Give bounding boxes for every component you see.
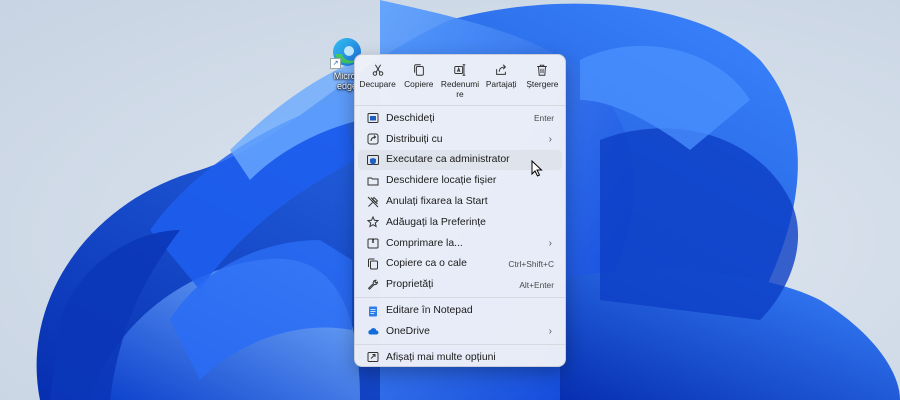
shield-icon [367, 154, 379, 166]
notepad-icon [367, 305, 379, 317]
menu-item-label: Afișați mai multe opțiuni [386, 351, 496, 363]
unpin-icon [367, 196, 379, 208]
menu-item-label: Comprimare la... [386, 237, 463, 249]
submenu-chevron-icon: › [548, 325, 552, 337]
menu-item-edit-notepad[interactable]: Editare în Notepad [358, 300, 562, 321]
menu-item-label: Adăugați la Preferințe [386, 216, 486, 228]
scissors-icon [372, 64, 383, 76]
zip-icon [367, 237, 379, 249]
rename-button[interactable]: Redenumire [439, 57, 480, 103]
submenu-chevron-icon: › [548, 133, 552, 145]
menu-item-onedrive[interactable]: OneDrive › [358, 321, 562, 342]
star-icon [367, 216, 379, 228]
share-icon [496, 64, 507, 75]
copy-label: Copiere [404, 79, 434, 89]
rename-icon [454, 64, 466, 76]
submenu-chevron-icon: › [548, 237, 552, 249]
folder-icon [367, 175, 379, 187]
context-menu-action-bar: Decupare Copiere Redenumire Partajați Șt… [355, 55, 565, 103]
delete-label: Ștergere [526, 79, 559, 89]
share-with-icon [367, 133, 379, 145]
shortcut-text: Ctrl+Shift+C [508, 258, 554, 269]
context-menu: Decupare Copiere Redenumire Partajați Șt… [354, 54, 566, 367]
menu-item-unpin-start[interactable]: Anulați fixarea la Start [358, 191, 562, 212]
menu-item-compress[interactable]: Comprimare la... › [358, 233, 562, 254]
menu-item-label: Editare în Notepad [386, 305, 473, 317]
shortcut-text: Alt+Enter [519, 279, 554, 290]
cut-label: Decupare [359, 79, 396, 89]
menu-item-properties[interactable]: Proprietăți Alt+Enter [358, 274, 562, 295]
cloud-icon [367, 325, 379, 337]
copy-path-icon [367, 258, 379, 270]
rename-label: Redenumire [440, 79, 480, 99]
shortcut-arrow-icon: ↗ [330, 58, 341, 69]
mouse-cursor-icon [531, 160, 543, 177]
menu-item-open[interactable]: Deschideți Enter [358, 108, 562, 129]
menu-item-label: Deschidere locație fișier [386, 175, 497, 187]
menu-item-label: Deschideți [386, 112, 435, 124]
menu-item-label: Distribuiți cu [386, 133, 443, 145]
menu-item-show-more-options[interactable]: Afișați mai multe opțiuni [358, 347, 562, 368]
copy-icon [413, 64, 424, 76]
share-button[interactable]: Partajați [481, 57, 522, 103]
separator [355, 105, 565, 106]
menu-item-label: Proprietăți [386, 279, 434, 291]
menu-item-label: Copiere ca o cale [386, 258, 467, 270]
menu-item-label: OneDrive [386, 325, 430, 337]
menu-item-copy-as-path[interactable]: Copiere ca o cale Ctrl+Shift+C [358, 254, 562, 275]
wrench-icon [367, 279, 379, 291]
menu-item-share-with[interactable]: Distribuiți cu › [358, 129, 562, 150]
shortcut-text: Enter [533, 113, 554, 124]
trash-icon [537, 64, 548, 76]
separator [355, 297, 565, 299]
menu-item-label: Executare ca administrator [386, 154, 510, 166]
separator [355, 343, 565, 345]
copy-button[interactable]: Copiere [398, 57, 439, 103]
menu-item-label: Anulați fixarea la Start [386, 196, 488, 208]
more-options-icon [367, 351, 379, 363]
open-icon [367, 112, 379, 124]
delete-button[interactable]: Ștergere [522, 57, 563, 103]
cut-button[interactable]: Decupare [357, 57, 398, 103]
menu-item-add-favorites[interactable]: Adăugați la Preferințe [358, 212, 562, 233]
share-label: Partajați [485, 79, 517, 89]
